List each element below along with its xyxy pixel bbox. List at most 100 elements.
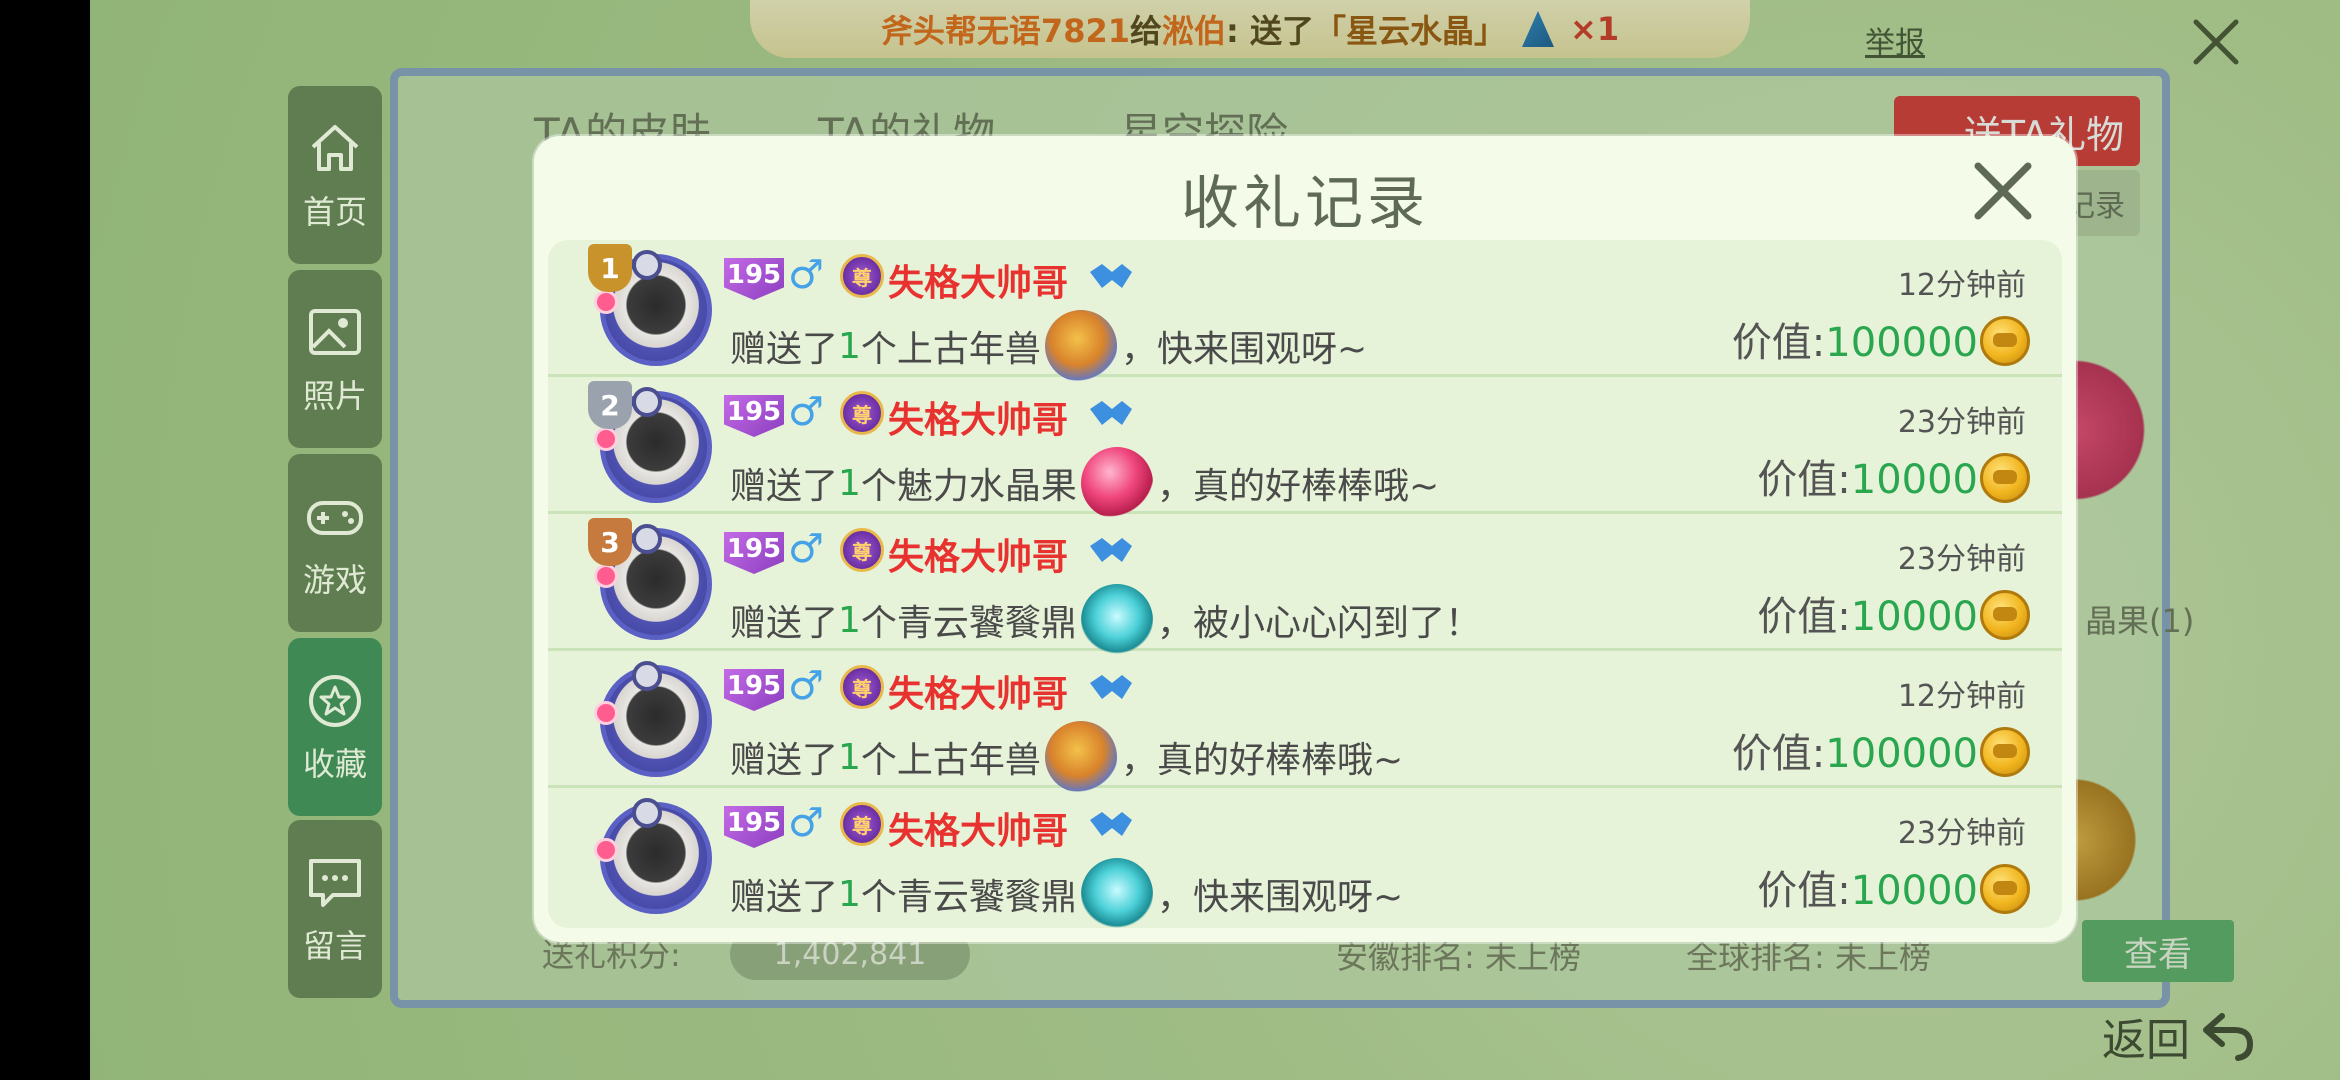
gold-coin-icon	[1980, 453, 2030, 503]
msg-suffix: ，真的好棒棒哦~	[1156, 466, 1440, 507]
male-icon: ♂	[788, 389, 824, 435]
dialog-title: 收礼记录	[1180, 169, 1429, 237]
sidebar-item-home[interactable]: 首页	[288, 86, 382, 264]
game-screen: 斧头帮无语7821 给 淞伯 : 送了 「星云水晶」 ×1 举报 TA的皮肤 T…	[90, 0, 2340, 1080]
value-number: 100000	[1825, 320, 1978, 366]
gift-item-icon	[2075, 770, 2145, 910]
avatar[interactable]: 1	[588, 244, 718, 370]
crystal-fruit-icon	[1080, 447, 1153, 519]
value-label: 价值:	[1731, 731, 1826, 777]
handshake-icon	[1090, 675, 1132, 699]
banner-connector: 给	[1130, 12, 1163, 50]
vip-badge: 尊	[840, 665, 884, 709]
sidebar-item-games[interactable]: 游戏	[288, 454, 382, 632]
sidebar-item-messages[interactable]: 留言	[288, 820, 382, 998]
sidebar-item-label: 首页	[302, 193, 367, 231]
vip-badge: 尊	[840, 254, 884, 298]
vip-badge: 尊	[840, 802, 884, 846]
avatar[interactable]	[592, 659, 718, 781]
handshake-icon	[1090, 812, 1132, 836]
rank-badge: 1	[588, 244, 632, 292]
ear-ornament-icon	[632, 250, 662, 280]
gift-count: 1	[838, 462, 861, 504]
gold-coin-icon	[1980, 864, 2030, 914]
timestamp: 12分钟前	[1897, 268, 2026, 303]
taotie-cauldron-icon	[1080, 858, 1153, 928]
msg-prefix: 赠送了	[730, 740, 839, 781]
handshake-icon	[1090, 538, 1132, 562]
gift-record-list[interactable]: 1 195 ♂ 尊 失格大帅哥 赠送了 1 个上古年兽 ，快来围观呀~ 12分钟…	[548, 240, 2062, 928]
male-icon: ♂	[788, 800, 824, 846]
value-label: 价值:	[1757, 594, 1851, 640]
back-label: 返回	[2102, 1015, 2190, 1066]
msg-suffix: ，被小心心闪到了！	[1156, 603, 1481, 644]
gift-value: 价值:10000	[1757, 584, 1978, 642]
gift-count: 1	[838, 599, 861, 641]
crystal-fruit-icon	[2075, 350, 2155, 510]
rank-badge: 2	[588, 381, 632, 429]
ear-ornament-icon	[632, 524, 662, 554]
taotie-cauldron-icon	[1080, 584, 1153, 656]
username[interactable]: 失格大帅哥	[888, 528, 1068, 580]
banner-receiver: 淞伯	[1162, 12, 1227, 50]
nebula-crystal-icon	[1522, 11, 1554, 47]
gold-coin-icon	[1980, 590, 2030, 640]
close-icon[interactable]	[1966, 154, 2040, 228]
value-number: 10000	[1850, 594, 1978, 640]
gift-name: 个上古年兽	[860, 740, 1041, 781]
rose-icon	[594, 290, 618, 314]
rose-icon	[594, 564, 618, 588]
report-link[interactable]: 举报	[1865, 18, 1925, 62]
back-button[interactable]: 返回	[2102, 1004, 2256, 1068]
message-icon	[309, 859, 361, 907]
star-icon	[309, 675, 361, 727]
msg-suffix: ，快来围观呀~	[1156, 877, 1404, 918]
vip-badge: 尊	[840, 391, 884, 435]
handshake-icon	[1090, 401, 1132, 425]
rank-badge: 3	[588, 518, 632, 566]
username[interactable]: 失格大帅哥	[888, 254, 1068, 306]
username[interactable]: 失格大帅哥	[888, 665, 1068, 717]
ear-ornament-icon	[632, 387, 662, 417]
sidebar-item-favorites[interactable]: 收藏	[288, 638, 382, 816]
male-icon: ♂	[788, 252, 824, 298]
msg-prefix: 赠送了	[730, 466, 839, 507]
msg-prefix: 赠送了	[730, 877, 839, 918]
username[interactable]: 失格大帅哥	[888, 391, 1068, 443]
username[interactable]: 失格大帅哥	[888, 802, 1068, 854]
list-item: 3 195 ♂ 尊 失格大帅哥 赠送了 1 个青云饕餮鼎 ，被小心心闪到了！ 2…	[548, 514, 2062, 656]
avatar[interactable]: 3	[588, 518, 718, 644]
gift-name: 个青云饕餮鼎	[860, 603, 1077, 644]
gift-broadcast-banner: 斧头帮无语7821 给 淞伯 : 送了 「星云水晶」 ×1	[750, 0, 1750, 58]
level-badge: 195	[724, 532, 784, 574]
avatar[interactable]: 2	[588, 381, 718, 507]
gift-value: 价值:10000	[1757, 447, 1978, 505]
gift-records-dialog: 收礼记录 1 195 ♂ 尊 失格大帅哥 赠送了 1 个上古年兽 ，快来围观呀~…	[534, 136, 2076, 942]
level-badge: 195	[724, 395, 784, 437]
gold-coin-icon	[1980, 727, 2030, 777]
gift-count: 1	[838, 325, 861, 367]
ear-ornament-icon	[632, 798, 662, 828]
close-icon[interactable]	[2188, 14, 2244, 70]
value-number: 10000	[1850, 457, 1978, 503]
gift-name: 个魅力水晶果	[860, 466, 1077, 507]
sidebar-item-photos[interactable]: 照片	[288, 270, 382, 448]
value-label: 价值:	[1731, 320, 1826, 366]
gift-message: 赠送了 1 个青云饕餮鼎 ，快来围观呀~	[730, 858, 1403, 928]
gift-message: 赠送了 1 个上古年兽 ，真的好棒棒哦~	[730, 721, 1403, 793]
sidebar-item-label: 留言	[302, 927, 367, 965]
timestamp: 23分钟前	[1897, 405, 2026, 440]
gift-name: 个上古年兽	[860, 329, 1041, 370]
rose-icon	[594, 838, 618, 862]
ancient-beast-icon	[1044, 721, 1117, 793]
gift-message: 赠送了 1 个魅力水晶果 ，真的好棒棒哦~	[730, 447, 1439, 519]
level-badge: 195	[724, 806, 784, 848]
msg-prefix: 赠送了	[730, 329, 839, 370]
male-icon: ♂	[788, 526, 824, 572]
avatar[interactable]	[592, 796, 718, 918]
timestamp: 23分钟前	[1897, 542, 2026, 577]
level-badge: 195	[724, 258, 784, 300]
photo-icon	[309, 309, 361, 355]
view-button[interactable]: 查看	[2082, 920, 2234, 982]
value-label: 价值:	[1757, 457, 1851, 503]
